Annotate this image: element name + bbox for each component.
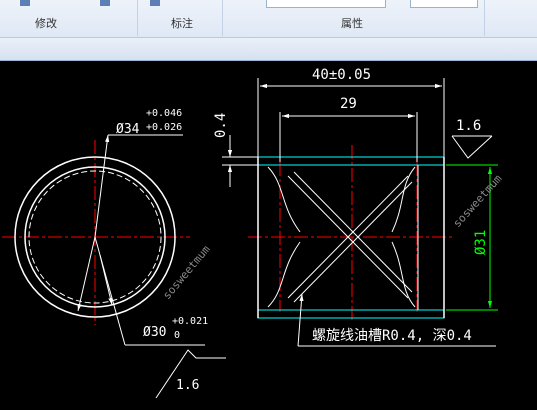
- group-separator: [222, 0, 223, 36]
- groove-note-text: 螺旋线油槽R0.4, 深0.4: [312, 328, 472, 344]
- outer-dia-lower: +0.026: [146, 122, 182, 133]
- document-tab-strip: [0, 38, 537, 61]
- annotate-tool-icon[interactable]: [150, 0, 160, 6]
- inner-dia-upper: +0.021: [172, 316, 208, 327]
- inner-dia-leader: [94, 236, 126, 346]
- groove-edge: [267, 166, 301, 233]
- end-view: Ø34 +0.046 +0.026 Ø30 +0.021 0 1.6 soswe…: [2, 108, 226, 399]
- section-view: 40±0.05 29 0.4 Ø31 1.6 螺旋线油槽R0.4, 深0.4 s…: [213, 67, 505, 347]
- bottom-wall-section: [257, 309, 445, 319]
- watermark-right: sosweetmum: [451, 172, 505, 230]
- modify-tool-icon-2[interactable]: [100, 0, 110, 6]
- outer-dia-base: Ø34: [116, 122, 140, 137]
- ribbon-toolbar: 修改 标注 属性: [0, 0, 537, 38]
- roughness-value-right: 1.6: [456, 118, 481, 134]
- layer-dropdown[interactable]: [266, 0, 386, 8]
- modify-tool-icon[interactable]: [20, 0, 30, 6]
- top-wall-section: [257, 156, 445, 166]
- wall-thickness-text: 0.4: [213, 113, 229, 138]
- group-label-properties: 属性: [341, 17, 363, 30]
- roughness-symbol-right: [451, 135, 493, 159]
- group-label-annotate: 标注: [171, 17, 193, 30]
- watermark-left: sosweetmum: [160, 243, 213, 302]
- inner-dia-lower: 0: [174, 330, 180, 341]
- groove-note-leader: [297, 293, 304, 347]
- groove-length-text: 29: [340, 96, 357, 112]
- group-separator: [484, 0, 485, 36]
- roughness-value-left: 1.6: [176, 378, 199, 393]
- inner-dia-base: Ø30: [143, 325, 166, 340]
- linetype-dropdown[interactable]: [410, 0, 478, 8]
- outer-dia-upper: +0.046: [146, 108, 182, 119]
- bore-dia-text: Ø31: [473, 230, 489, 255]
- group-separator: [137, 0, 138, 36]
- group-label-modify: 修改: [35, 17, 57, 30]
- outer-dia-leader: [94, 134, 110, 238]
- overall-length-text: 40±0.05: [312, 67, 371, 83]
- drawing-canvas[interactable]: Ø34 +0.046 +0.026 Ø30 +0.021 0 1.6 soswe…: [0, 61, 537, 410]
- groove-edge: [267, 241, 301, 308]
- inner-dia-arrow: [99, 254, 113, 306]
- outer-dia-leader-tail: [77, 236, 96, 312]
